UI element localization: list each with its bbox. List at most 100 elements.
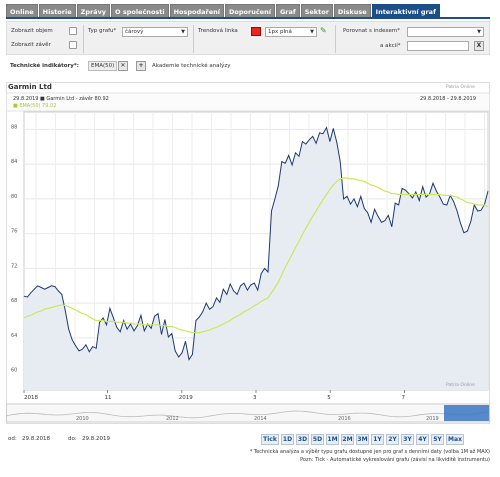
data-point-ema (449, 195, 451, 196)
data-point-close (150, 327, 152, 329)
from-date[interactable]: 29.8.2018 (22, 436, 50, 442)
chart-type-select[interactable]: čárový ▼ (122, 27, 188, 37)
data-point-ema (116, 321, 118, 323)
range-button-2[interactable]: 3D (296, 434, 309, 445)
remove-indicator-button[interactable]: ✕ (118, 61, 128, 71)
show-volume-label: Zobrazit objem (11, 28, 53, 34)
footnote-tick: Pozn: Tick - Automatické vykreslování gr… (300, 457, 490, 463)
data-point-close (126, 328, 128, 330)
x-tick-label: 7 (401, 395, 405, 401)
data-point-ema (205, 330, 207, 332)
tab-8[interactable]: Diskuse (333, 4, 371, 18)
data-point-ema (61, 304, 63, 306)
tab-6[interactable]: Graf (275, 4, 300, 18)
academy-link[interactable]: Akademie technické analýzy (152, 63, 230, 69)
data-point-close (219, 301, 221, 303)
data-point-close (405, 189, 406, 191)
range-button-12[interactable]: Max (446, 434, 464, 445)
data-point-close (174, 350, 176, 352)
clear-stock-button[interactable]: X (474, 41, 484, 51)
data-point-close (116, 327, 118, 328)
y-tick-label: 80 (11, 194, 17, 200)
range-button-4[interactable]: 1M (326, 434, 339, 445)
data-point-ema (284, 267, 286, 268)
data-point-ema (257, 303, 259, 305)
data-point-close (164, 319, 166, 320)
data-point-ema (333, 184, 334, 186)
data-point-close (374, 208, 375, 210)
stock-input[interactable] (407, 41, 469, 51)
data-point-close (271, 210, 272, 212)
data-point-close (51, 285, 52, 287)
to-date[interactable]: 29.8.2019 (82, 436, 110, 442)
data-point-ema (58, 305, 59, 307)
data-point-ema (154, 324, 155, 326)
data-point-ema (168, 326, 169, 327)
data-point-ema (264, 299, 265, 300)
data-point-ema (394, 193, 396, 194)
data-point-ema (113, 321, 114, 322)
tab-7[interactable]: Sektor (300, 4, 333, 18)
tab-9[interactable]: Interaktivní graf (371, 4, 440, 18)
data-point-close (44, 288, 45, 290)
tab-5[interactable]: Doporučení (225, 4, 275, 18)
data-point-ema (312, 215, 314, 217)
tab-4[interactable]: Hospodaření (169, 4, 225, 18)
range-button-7[interactable]: 1Y (371, 434, 384, 445)
draw-pencil-icon[interactable]: ✎ (320, 26, 329, 35)
data-point-ema (408, 194, 410, 195)
range-button-10[interactable]: 4Y (416, 434, 429, 445)
data-point-close (453, 201, 454, 202)
data-point-ema (432, 194, 434, 195)
data-point-close (198, 316, 200, 318)
data-point-close (212, 306, 214, 307)
show-close-checkbox[interactable] (69, 41, 77, 49)
data-point-close (109, 307, 111, 309)
data-point-close (23, 295, 25, 297)
range-button-5[interactable]: 2M (341, 434, 354, 445)
data-point-close (226, 294, 228, 295)
tab-0[interactable]: Online (6, 4, 38, 18)
data-point-ema (326, 194, 327, 195)
range-button-3[interactable]: 5D (311, 434, 324, 445)
compare-index-select[interactable]: ▼ (407, 27, 484, 37)
data-point-ema (243, 311, 245, 313)
trendline-label: Trendová linka (198, 28, 238, 34)
data-point-close (192, 354, 193, 355)
show-volume-checkbox[interactable] (69, 27, 77, 35)
data-point-close (68, 328, 70, 330)
data-point-ema (253, 305, 255, 307)
data-point-ema (51, 307, 52, 308)
y-tick-label: 60 (11, 368, 17, 374)
range-button-11[interactable]: 5Y (431, 434, 444, 445)
tab-2[interactable]: Zprávy (76, 4, 111, 18)
tab-3[interactable]: O společnosti (111, 4, 169, 18)
range-button-1[interactable]: 1D (281, 434, 294, 445)
data-point-ema (161, 325, 162, 327)
data-point-close (384, 220, 386, 221)
tab-1[interactable]: Historie (38, 4, 76, 18)
data-point-close (487, 190, 489, 192)
data-point-ema (99, 320, 100, 321)
data-point-close (161, 334, 162, 335)
add-indicator-button[interactable]: + (136, 61, 146, 71)
data-point-ema (250, 308, 252, 309)
data-point-close (436, 190, 437, 192)
trendline-width-select[interactable]: 1px plná ▼ (265, 27, 317, 37)
data-point-ema (171, 326, 173, 327)
range-button-6[interactable]: 3M (356, 434, 369, 445)
trendline-color-swatch[interactable] (251, 27, 261, 36)
tab-underline (6, 17, 490, 19)
compare-index-label: Porovnat s indexem* (343, 28, 400, 34)
y-tick-label: 64 (11, 333, 17, 339)
data-point-close (415, 191, 417, 193)
range-button-9[interactable]: 3Y (401, 434, 414, 445)
data-point-close (247, 289, 248, 291)
range-button-0[interactable]: Tick (261, 434, 279, 445)
y-tick-label: 72 (11, 263, 17, 269)
data-point-close (281, 161, 283, 162)
chart-controls-panel: Zobrazit objem Zobrazit závěr Typ grafu*… (6, 21, 490, 55)
data-point-close (216, 297, 217, 299)
range-button-8[interactable]: 2Y (386, 434, 399, 445)
navigator-year-label: 2014 (254, 416, 267, 422)
